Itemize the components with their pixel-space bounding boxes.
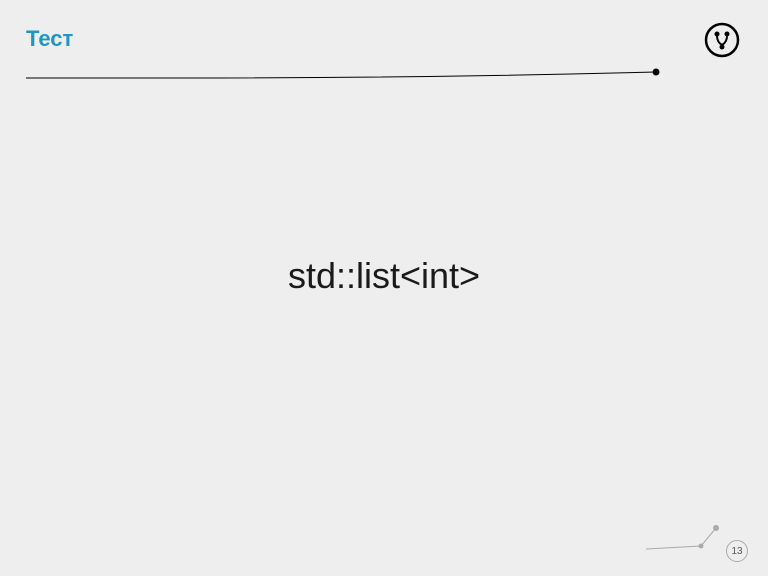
bottom-branch-decoration xyxy=(646,524,726,554)
page-number-badge: 13 xyxy=(726,540,748,562)
slide-content: std::list<int> xyxy=(0,255,768,297)
title-underline xyxy=(26,68,666,88)
slide-title: Тест xyxy=(26,26,73,52)
git-branch-icon xyxy=(704,22,740,63)
